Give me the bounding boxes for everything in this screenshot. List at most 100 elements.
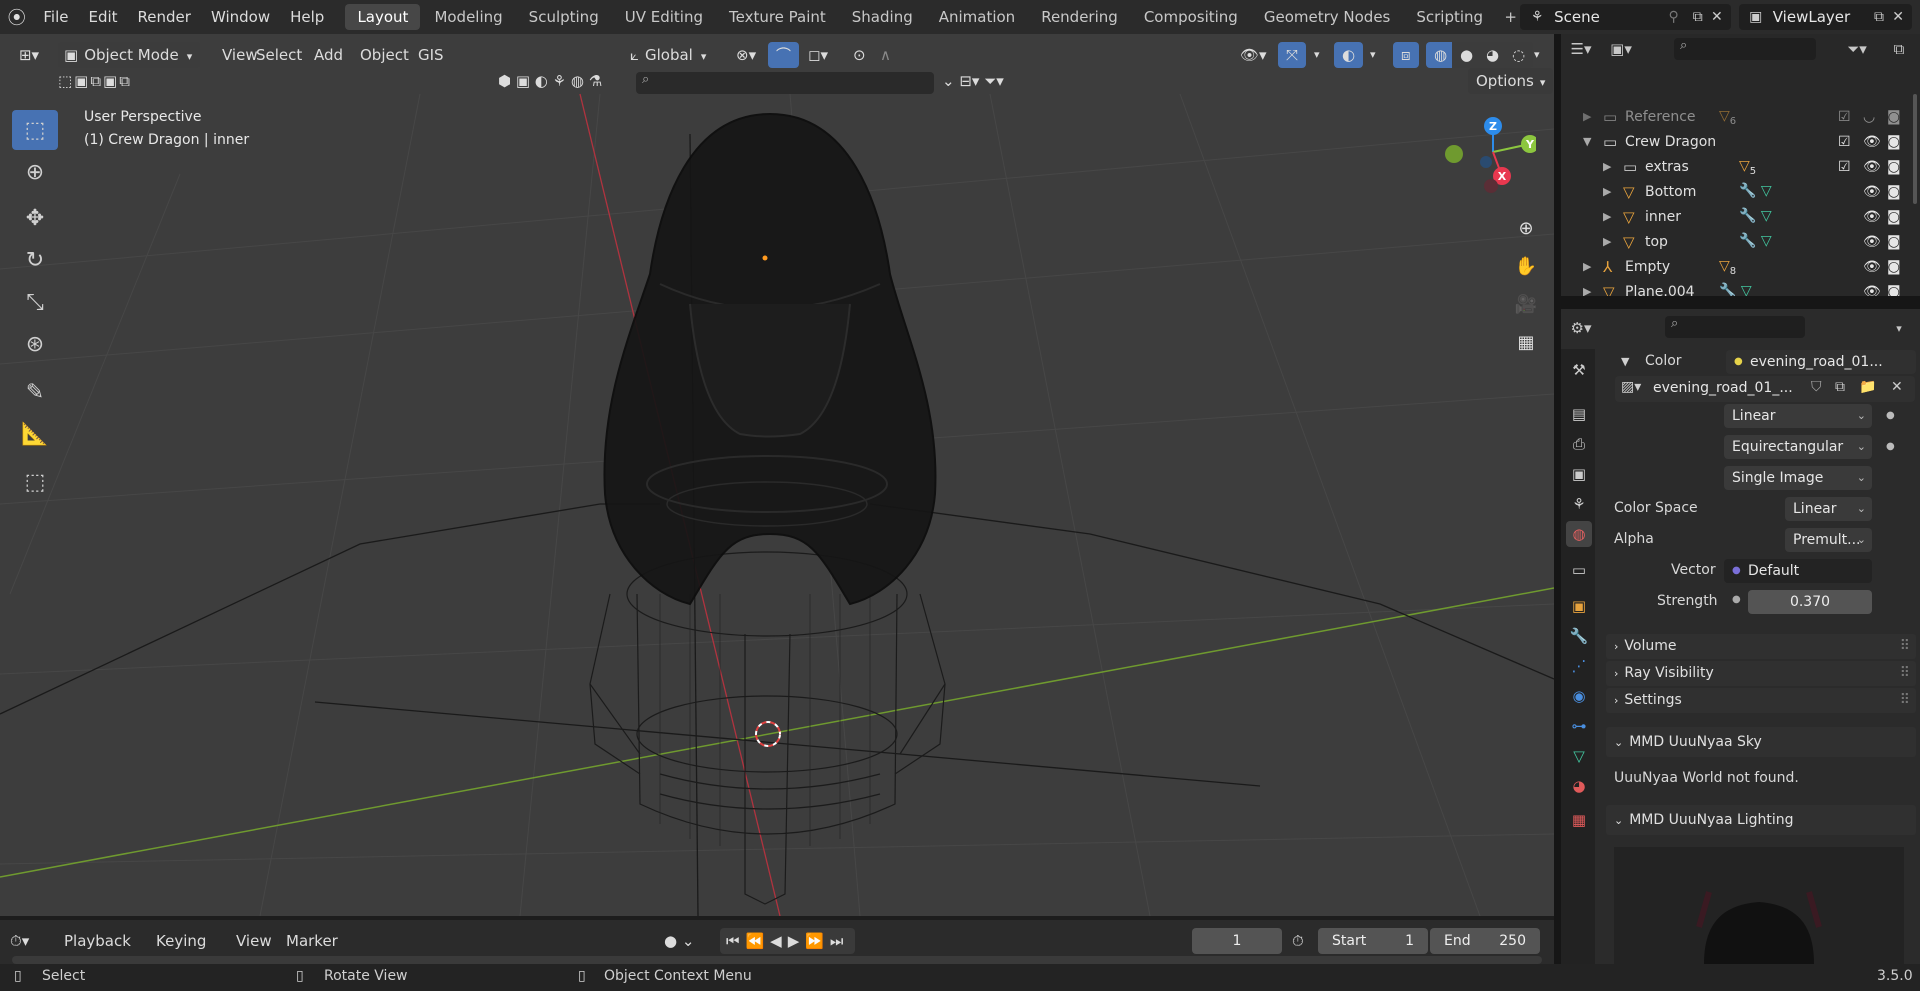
camera-render-icon[interactable]: ◙ xyxy=(1887,259,1901,275)
xray-toggle[interactable]: ⧈ xyxy=(1393,42,1419,68)
tab-rendering[interactable]: Rendering xyxy=(1029,4,1130,30)
drag-handle-icon[interactable]: ⠿ xyxy=(1900,634,1910,659)
modifier-icon[interactable]: 🔧 xyxy=(1719,283,1736,296)
move-tool[interactable]: ✥ xyxy=(12,198,58,238)
world-tab-icon[interactable]: ◍ xyxy=(1566,521,1592,547)
auto-keying-icon[interactable]: ● ⌄ xyxy=(664,928,694,954)
outliner-row[interactable]: ▶ ▽ top 🔧 ▽ 👁 ◙ xyxy=(1561,231,1920,256)
new-collection-icon[interactable]: ⧉ xyxy=(1887,37,1911,61)
stopwatch-icon[interactable]: ⏱ xyxy=(1292,928,1304,954)
alpha-dropdown[interactable]: Premult... ⌄ xyxy=(1785,528,1872,552)
mesh-data-icon[interactable]: ▽ xyxy=(1761,233,1772,249)
drag-handle-icon[interactable]: ⠿ xyxy=(1900,688,1910,713)
tab-shading[interactable]: Shading xyxy=(840,4,925,30)
view-layer-selector[interactable]: ▣ ViewLayer ⧉ ✕ xyxy=(1738,4,1912,30)
filter-icon[interactable]: ⏷▾ xyxy=(1845,37,1869,61)
strength-field[interactable]: 0.370 xyxy=(1748,590,1872,614)
data-tab-icon[interactable]: ▽ xyxy=(1566,743,1592,769)
timeline-menu-marker[interactable]: Marker xyxy=(286,928,338,954)
color-input[interactable]: ● evening_road_01... xyxy=(1726,350,1916,374)
unlink-icon[interactable]: ✕ xyxy=(1891,379,1903,395)
blender-logo-icon[interactable]: ⦿ xyxy=(0,0,33,34)
overlays-dropdown[interactable]: ▾ xyxy=(1362,42,1384,68)
eye-icon[interactable]: 👁 xyxy=(1863,134,1881,150)
open-folder-icon[interactable]: 📁 xyxy=(1859,379,1876,395)
panel-mmd-sky[interactable]: ⌄ MMD UuuNyaa Sky xyxy=(1606,727,1916,757)
eye-icon[interactable]: 👁 xyxy=(1863,234,1881,250)
modifier-icon[interactable]: 🔧 xyxy=(1739,183,1756,199)
pivot-selector[interactable]: ⊗▾ xyxy=(728,42,764,68)
menu-help[interactable]: Help xyxy=(280,0,334,34)
scene-tab-icon[interactable]: ⚘ xyxy=(1566,491,1592,517)
ortho-grid-icon[interactable]: ▦ xyxy=(1510,326,1542,358)
timeline-menu-view[interactable]: View xyxy=(236,928,272,954)
proportional-edit-toggle[interactable]: ⊙ xyxy=(845,42,874,68)
physics-tab-icon[interactable]: ◉ xyxy=(1566,683,1592,709)
snap-toggle[interactable]: ⌒ xyxy=(768,42,800,68)
expand-arrow-icon[interactable]: ▶ xyxy=(1603,235,1611,248)
scale-tool[interactable]: ⤡ xyxy=(12,282,58,322)
material-shading-button[interactable]: ◕ xyxy=(1478,42,1508,68)
viewport-menu-add[interactable]: Add xyxy=(306,42,351,68)
editor-type-button[interactable]: ⊞▾ xyxy=(8,42,50,68)
viewport-menu-gis[interactable]: GIS xyxy=(410,42,452,68)
shading-dropdown[interactable]: ▾ xyxy=(1526,42,1548,68)
collapse-arrow-icon[interactable]: ▼ xyxy=(1621,355,1629,368)
falloff-selector[interactable]: ∧ xyxy=(872,42,899,68)
tab-animation[interactable]: Animation xyxy=(927,4,1027,30)
camera-render-icon[interactable]: ◙ xyxy=(1887,209,1901,225)
transform-tool[interactable]: ⊛ xyxy=(12,324,58,364)
wireframe-shading-button[interactable]: ◍ xyxy=(1426,42,1456,68)
render-tab-icon[interactable]: ▤ xyxy=(1566,401,1592,427)
modifier-icon[interactable]: 🔧 xyxy=(1739,233,1756,249)
modifier-tab-icon[interactable]: 🔧 xyxy=(1566,623,1592,649)
tab-modeling[interactable]: Modeling xyxy=(422,4,514,30)
vector-input[interactable]: ● Default xyxy=(1724,559,1872,583)
timeline-menu-playback[interactable]: Playback xyxy=(64,928,131,954)
editor-type-icon[interactable]: ⚙▾ xyxy=(1569,316,1593,340)
gizmo-toggle[interactable]: ⤧ xyxy=(1278,42,1307,68)
camera-render-icon[interactable]: ◙ xyxy=(1887,109,1901,125)
current-frame-field[interactable]: 1 xyxy=(1192,928,1282,954)
filter-icon[interactable]: ⌄ ⊟▾ ⏷▾ xyxy=(934,68,1012,94)
keyframe-dot-icon[interactable]: ● xyxy=(1886,410,1895,421)
tab-scripting[interactable]: Scripting xyxy=(1404,4,1495,30)
duplicate-icon[interactable]: ⧉ xyxy=(1835,379,1845,395)
editor-type-icon[interactable]: ☰▾ xyxy=(1569,37,1593,61)
output-tab-icon[interactable]: ⎙ xyxy=(1566,431,1592,457)
camera-render-icon[interactable]: ◙ xyxy=(1887,284,1901,296)
color-space-dropdown[interactable]: Linear ⌄ xyxy=(1785,497,1872,521)
visibility-selector[interactable]: 👁▾ xyxy=(1232,42,1275,68)
cursor-tool[interactable]: ⊕ xyxy=(12,152,58,192)
close-view-layer-icon[interactable]: ✕ xyxy=(1892,9,1904,25)
tab-sculpting[interactable]: Sculpting xyxy=(517,4,611,30)
checkbox-icon[interactable]: ☑ xyxy=(1838,134,1851,150)
area-splitter[interactable] xyxy=(1561,296,1920,309)
menu-window[interactable]: Window xyxy=(201,0,280,34)
image-selector[interactable]: ▨▾ evening_road_01_... ⛉ ⧉ 📁 ✕ xyxy=(1615,376,1915,402)
expand-arrow-icon[interactable]: ▶ xyxy=(1583,110,1591,123)
eye-icon[interactable]: ◡ xyxy=(1863,109,1875,125)
outliner-row[interactable]: ▶ ▭ extras ▽5 ☑ 👁 ◙ xyxy=(1561,156,1920,181)
source-dropdown[interactable]: Single Image ⌄ xyxy=(1724,466,1872,490)
end-frame-field[interactable]: End 250 xyxy=(1430,928,1540,954)
camera-render-icon[interactable]: ◙ xyxy=(1887,134,1901,150)
outliner-search-input[interactable]: ⌕ xyxy=(1674,38,1816,60)
expand-arrow-icon[interactable]: ▶ xyxy=(1603,160,1611,173)
viewport-menu-object[interactable]: Object xyxy=(352,42,417,68)
editor-type-icon[interactable]: ⏱▾ xyxy=(10,928,29,954)
viewport-search-input[interactable]: ⌕ xyxy=(636,72,934,94)
add-workspace-icon[interactable]: + xyxy=(1501,5,1520,29)
fake-user-icon[interactable]: ⛉ xyxy=(1811,379,1822,395)
tab-compositing[interactable]: Compositing xyxy=(1132,4,1250,30)
particles-tab-icon[interactable]: ⋰ xyxy=(1566,653,1592,679)
camera-render-icon[interactable]: ◙ xyxy=(1887,159,1901,175)
close-scene-icon[interactable]: ✕ xyxy=(1711,9,1723,25)
mode-selector[interactable]: ▣ Object Mode ▾ xyxy=(58,42,201,68)
eye-icon[interactable]: 👁 xyxy=(1863,259,1881,275)
texture-tab-icon[interactable]: ▦ xyxy=(1566,807,1592,833)
playback-controls[interactable]: ⏮⏪◀▶⏩⏭ xyxy=(720,928,856,954)
object-tab-icon[interactable]: ▣ xyxy=(1566,593,1592,619)
expand-arrow-icon[interactable]: ▶ xyxy=(1583,285,1591,296)
eye-icon[interactable]: 👁 xyxy=(1863,184,1881,200)
